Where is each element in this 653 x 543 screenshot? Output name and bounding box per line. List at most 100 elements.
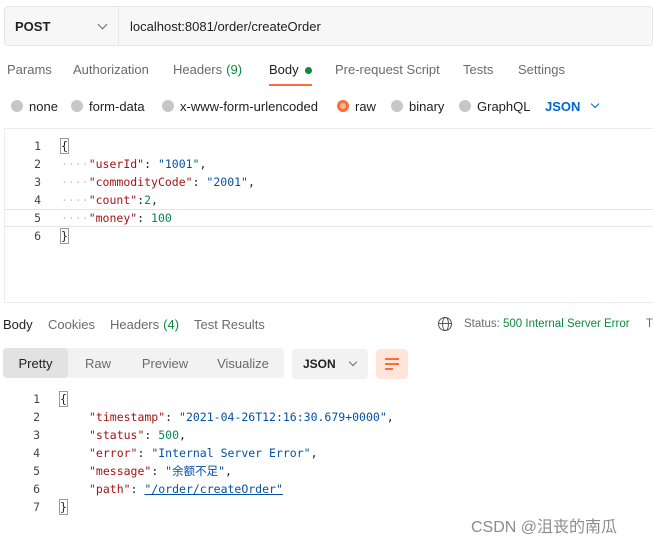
request-body-editor[interactable]: 1 { 2 ····"userId": "1001", 3 ····"commo… xyxy=(4,128,653,303)
method-select[interactable]: POST xyxy=(5,7,119,45)
option-label: x-www-form-urlencoded xyxy=(180,98,318,114)
headers-count: (9) xyxy=(226,62,243,77)
json-punct: , xyxy=(179,428,186,442)
json-key: "path" xyxy=(89,482,131,496)
json-punct: , xyxy=(386,410,394,424)
chevron-down-icon xyxy=(97,19,108,29)
method-label: POST xyxy=(15,18,51,34)
option-label: binary xyxy=(409,98,445,114)
code-line: 3 "status": 500, xyxy=(4,426,653,444)
tab-authorization[interactable]: Authorization xyxy=(73,58,149,86)
option-label: GraphQL xyxy=(477,98,531,114)
language-label: JSON xyxy=(545,98,581,114)
status-value: 500 Internal Server Error xyxy=(503,318,630,330)
json-key: "message" xyxy=(89,464,152,478)
json-key: "timestamp" xyxy=(89,410,166,424)
active-tab-underline xyxy=(269,84,312,86)
code-line: 4 "error": "Internal Server Error", xyxy=(4,444,653,462)
line-number: 4 xyxy=(33,446,40,460)
json-link-value[interactable]: "/order/createOrder" xyxy=(144,482,282,496)
json-key: "status" xyxy=(89,428,145,442)
json-value: 500 xyxy=(158,428,180,442)
tab-params[interactable]: Params xyxy=(7,58,52,86)
tab-label: Headers xyxy=(173,62,223,77)
radio-raw[interactable]: raw xyxy=(337,95,376,117)
globe-icon[interactable] xyxy=(438,317,452,331)
json-punct: , xyxy=(151,193,158,207)
line-number: 3 xyxy=(33,428,40,442)
radio-urlencoded[interactable]: x-www-form-urlencoded xyxy=(162,95,318,117)
request-url-bar: POST localhost:8081/order/createOrder xyxy=(4,6,653,46)
resp-tab-headers[interactable]: Headers (4) xyxy=(110,317,179,332)
line-number: 6 xyxy=(34,229,41,243)
json-value: "1001" xyxy=(157,157,200,171)
radio-icon xyxy=(71,100,83,112)
code-line: 2 ····"userId": "1001", xyxy=(5,155,653,173)
code-text: "status": 500, xyxy=(89,428,186,442)
line-number: 4 xyxy=(34,193,41,207)
radio-binary[interactable]: binary xyxy=(391,95,444,117)
body-indicator-dot xyxy=(304,67,312,74)
line-number: 5 xyxy=(34,211,41,225)
code-text: } xyxy=(59,499,68,515)
radio-icon xyxy=(162,100,174,112)
resp-tab-test-results[interactable]: Test Results xyxy=(194,317,265,332)
chevron-down-icon xyxy=(591,99,600,109)
response-format-select[interactable]: JSON xyxy=(292,349,368,379)
code-text: } xyxy=(60,228,69,244)
resp-tab-cookies[interactable]: Cookies xyxy=(48,317,95,332)
code-text: ····"userId": "1001", xyxy=(61,157,207,171)
view-raw-button[interactable]: Raw xyxy=(68,348,128,378)
line-number: 5 xyxy=(33,464,40,478)
view-pretty-button[interactable]: Pretty xyxy=(3,348,68,378)
code-text: "message": "余额不足", xyxy=(89,464,232,478)
radio-icon xyxy=(391,100,403,112)
language-select[interactable]: JSON xyxy=(545,95,600,117)
option-label: form-data xyxy=(89,98,145,114)
json-key: "money" xyxy=(88,211,138,225)
response-body-viewer: 1 { 2 "timestamp": "2021-04-26T12:16:30.… xyxy=(4,390,653,520)
format-label: JSON xyxy=(303,357,336,371)
radio-form-data[interactable]: form-data xyxy=(71,95,145,117)
watermark-text: CSDN @沮丧的南瓜 xyxy=(471,519,618,536)
tab-tests[interactable]: Tests xyxy=(463,58,493,86)
radio-graphql[interactable]: GraphQL xyxy=(459,95,530,117)
json-value: 2 xyxy=(144,193,152,207)
tab-body[interactable]: Body xyxy=(269,58,312,86)
json-punct: , xyxy=(310,446,318,460)
view-visualize-button[interactable]: Visualize xyxy=(202,348,284,378)
radio-icon xyxy=(11,100,23,112)
json-key: "count" xyxy=(88,193,138,207)
url-input[interactable]: localhost:8081/order/createOrder xyxy=(119,7,321,45)
json-value: "2021-04-26T12:16:30.679+0000" xyxy=(179,410,387,424)
response-status: Status: 500 Internal Server Error xyxy=(464,318,630,330)
tab-settings[interactable]: Settings xyxy=(518,58,565,86)
code-text: { xyxy=(60,138,69,154)
code-line: 4 ····"count":2, xyxy=(5,191,653,209)
code-text: ····"commodityCode": "2001", xyxy=(61,175,255,189)
json-value: "2001" xyxy=(206,175,248,189)
code-text: ····"money": 100 xyxy=(61,211,172,225)
code-line: 1 { xyxy=(4,390,653,408)
resp-tab-body[interactable]: Body xyxy=(3,317,33,332)
code-line: 6 } xyxy=(5,227,653,245)
line-number: 7 xyxy=(33,500,40,514)
tab-prerequest-script[interactable]: Pre-request Script xyxy=(335,58,440,86)
view-preview-button[interactable]: Preview xyxy=(128,348,202,378)
tab-headers[interactable]: Headers (9) xyxy=(173,58,242,86)
json-key: "userId" xyxy=(88,157,145,171)
code-line-active: 5 ····"money": 100 xyxy=(5,209,653,227)
code-line: 6 "path": "/order/createOrder" xyxy=(4,480,653,498)
tab-label: Tests xyxy=(463,62,494,77)
option-label: raw xyxy=(355,98,376,114)
radio-none[interactable]: none xyxy=(11,95,58,117)
code-text: { xyxy=(59,391,68,407)
response-tabs: Body Cookies Headers (4) Test Results Sta… xyxy=(0,317,653,339)
option-label: none xyxy=(29,98,58,114)
tab-label: Pre-request Script xyxy=(335,62,440,77)
wrap-lines-button[interactable] xyxy=(376,349,408,379)
code-text: "path": "/order/createOrder" xyxy=(89,482,283,496)
code-text: "timestamp": "2021-04-26T12:16:30.679+00… xyxy=(89,410,394,424)
tab-label: Authorization xyxy=(73,62,149,77)
line-number: 2 xyxy=(34,157,41,171)
